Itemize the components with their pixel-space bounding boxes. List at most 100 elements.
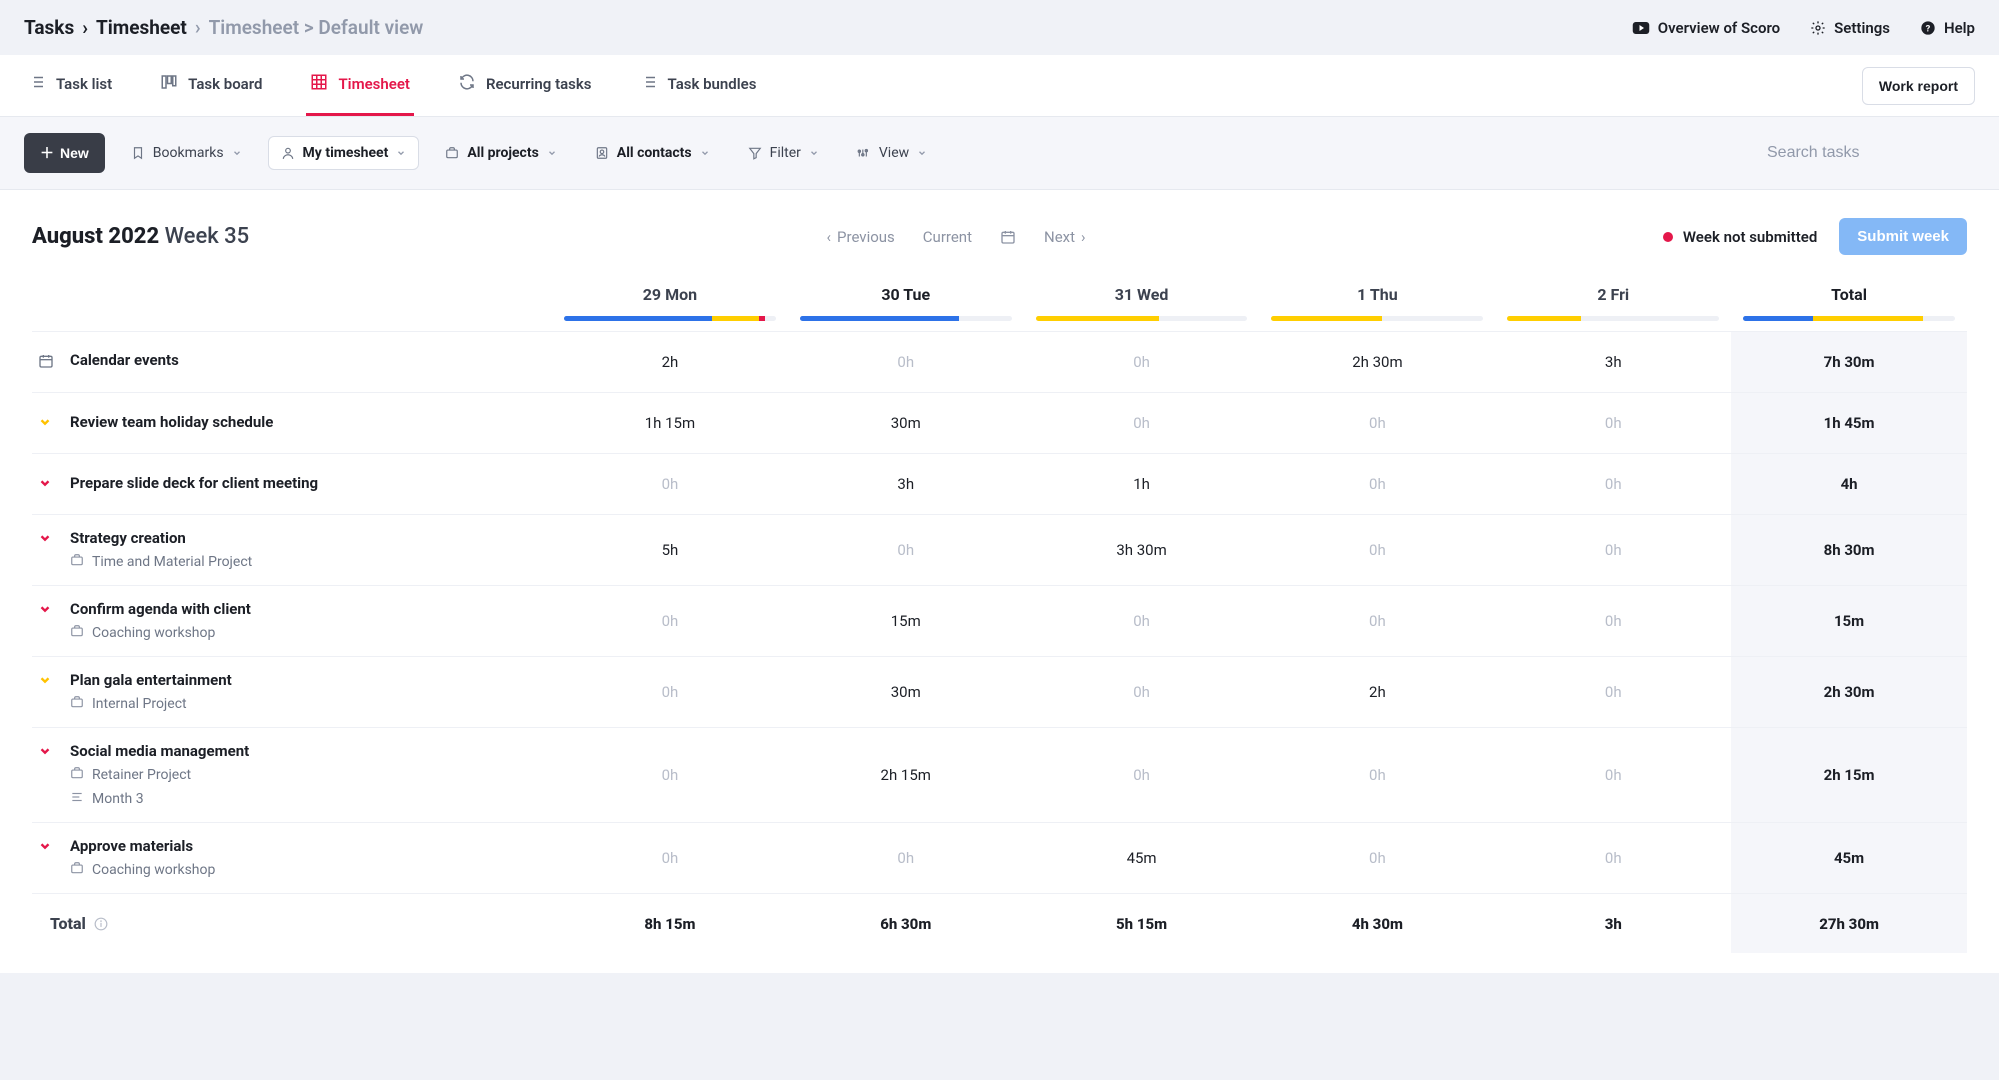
time-cell[interactable]: 0h: [1259, 414, 1495, 432]
week-status: Week not submitted: [1663, 228, 1817, 246]
time-cell[interactable]: 0h: [1495, 414, 1731, 432]
tab-task-board[interactable]: Task board: [156, 55, 266, 116]
projects-filter[interactable]: All projects: [433, 137, 568, 169]
youtube-icon: [1632, 21, 1650, 35]
time-cell[interactable]: 0h: [552, 475, 788, 493]
breadcrumb-section[interactable]: Timesheet: [96, 16, 187, 39]
next-week-button[interactable]: Next ›: [1044, 228, 1086, 246]
time-cell[interactable]: 0h: [1495, 541, 1731, 559]
time-cell[interactable]: 45m: [1024, 849, 1260, 867]
row-total-cell: 8h 30m: [1731, 515, 1967, 585]
time-cell[interactable]: 0h: [1024, 766, 1260, 784]
time-cell[interactable]: 1h 15m: [552, 414, 788, 432]
time-cell[interactable]: 0h: [1024, 612, 1260, 630]
help-link[interactable]: ? Help: [1920, 19, 1975, 37]
overview-link[interactable]: Overview of Scoro: [1632, 19, 1780, 37]
row-title: Confirm agenda with client: [70, 600, 251, 618]
filter-button[interactable]: Filter: [736, 137, 831, 169]
time-cell[interactable]: 0h: [552, 683, 788, 701]
settings-link[interactable]: Settings: [1810, 19, 1890, 37]
expand-icon-red: [38, 744, 56, 762]
time-cell[interactable]: 30m: [788, 683, 1024, 701]
time-cell[interactable]: 0h: [1495, 475, 1731, 493]
calendar-icon: [38, 353, 56, 373]
grid-icon: [310, 73, 328, 95]
time-cell[interactable]: 0h: [788, 353, 1024, 371]
info-icon: [94, 917, 108, 931]
bookmark-icon: [131, 145, 145, 161]
table-row[interactable]: Calendar events2h0h0h2h 30m3h7h 30m: [32, 332, 1967, 393]
previous-week-button[interactable]: ‹ Previous: [827, 228, 895, 246]
time-cell[interactable]: 2h: [552, 353, 788, 371]
time-cell[interactable]: 0h: [1259, 612, 1495, 630]
bookmarks-filter[interactable]: Bookmarks: [119, 137, 254, 169]
svg-text:?: ?: [1926, 23, 1931, 34]
calendar-picker-button[interactable]: [1000, 229, 1016, 245]
time-cell[interactable]: 15m: [788, 612, 1024, 630]
time-cell[interactable]: 2h: [1259, 683, 1495, 701]
time-cell[interactable]: 0h: [1024, 683, 1260, 701]
table-row[interactable]: Strategy creationTime and Material Proje…: [32, 515, 1967, 586]
time-cell[interactable]: 0h: [1259, 849, 1495, 867]
time-cell[interactable]: 5h: [552, 541, 788, 559]
time-cell[interactable]: 0h: [1495, 612, 1731, 630]
work-report-button[interactable]: Work report: [1862, 67, 1975, 105]
time-cell[interactable]: 0h: [552, 849, 788, 867]
tab-bundles[interactable]: Task bundles: [636, 55, 761, 116]
row-title: Review team holiday schedule: [70, 413, 273, 431]
chevron-down-icon: [396, 148, 406, 158]
time-cell[interactable]: 0h: [788, 849, 1024, 867]
time-cell[interactable]: 3h 30m: [1024, 541, 1260, 559]
current-week-button[interactable]: Current: [923, 228, 972, 246]
expand-icon-red: [38, 476, 56, 494]
contacts-filter[interactable]: All contacts: [583, 137, 722, 169]
column-total-cell: 3h: [1495, 915, 1731, 933]
calendar-icon: [1000, 229, 1016, 245]
time-cell[interactable]: 3h: [1495, 353, 1731, 371]
board-icon: [160, 73, 178, 95]
filter-icon: [748, 146, 762, 160]
new-button[interactable]: ＋ New: [24, 133, 105, 173]
time-cell[interactable]: 0h: [1024, 353, 1260, 371]
time-cell[interactable]: 2h 30m: [1259, 353, 1495, 371]
time-cell[interactable]: 0h: [552, 612, 788, 630]
column-header: 30 Tue: [788, 279, 1024, 310]
view-filter[interactable]: View: [845, 137, 939, 169]
tab-timesheet[interactable]: Timesheet: [306, 55, 413, 116]
time-cell[interactable]: 0h: [1259, 766, 1495, 784]
column-total-cell: 6h 30m: [788, 915, 1024, 933]
breadcrumb-root[interactable]: Tasks: [24, 16, 74, 39]
time-cell[interactable]: 1h: [1024, 475, 1260, 493]
progress-cell: [1024, 316, 1260, 321]
tab-recurring[interactable]: Recurring tasks: [454, 55, 596, 116]
time-cell[interactable]: 0h: [1259, 475, 1495, 493]
briefcase-icon: [70, 553, 84, 571]
breadcrumb-view[interactable]: Timesheet > Default view: [209, 16, 424, 39]
time-cell[interactable]: 0h: [1495, 766, 1731, 784]
time-cell[interactable]: 0h: [552, 766, 788, 784]
table-row[interactable]: Approve materialsCoaching workshop0h0h45…: [32, 823, 1967, 894]
my-timesheet-filter[interactable]: My timesheet: [268, 136, 420, 170]
table-row[interactable]: Social media managementRetainer ProjectM…: [32, 728, 1967, 823]
status-dot-icon: [1663, 232, 1673, 242]
row-title: Social media management: [70, 742, 249, 760]
time-cell[interactable]: 30m: [788, 414, 1024, 432]
briefcase-icon: [70, 861, 84, 879]
time-cell[interactable]: 0h: [1024, 414, 1260, 432]
time-cell[interactable]: 0h: [1495, 849, 1731, 867]
tab-task-list[interactable]: Task list: [24, 55, 116, 116]
table-row[interactable]: Review team holiday schedule1h 15m30m0h0…: [32, 393, 1967, 454]
time-cell[interactable]: 0h: [788, 541, 1024, 559]
table-row[interactable]: Confirm agenda with clientCoaching works…: [32, 586, 1967, 657]
expand-icon-yellow: [38, 415, 56, 433]
chevron-down-icon: [547, 148, 557, 158]
time-cell[interactable]: 0h: [1259, 541, 1495, 559]
bundles-icon: [640, 73, 658, 95]
time-cell[interactable]: 0h: [1495, 683, 1731, 701]
time-cell[interactable]: 2h 15m: [788, 766, 1024, 784]
time-cell[interactable]: 3h: [788, 475, 1024, 493]
table-row[interactable]: Prepare slide deck for client meeting0h3…: [32, 454, 1967, 515]
submit-week-button[interactable]: Submit week: [1839, 218, 1967, 255]
search-input[interactable]: [1755, 134, 1975, 172]
table-row[interactable]: Plan gala entertainmentInternal Project0…: [32, 657, 1967, 728]
